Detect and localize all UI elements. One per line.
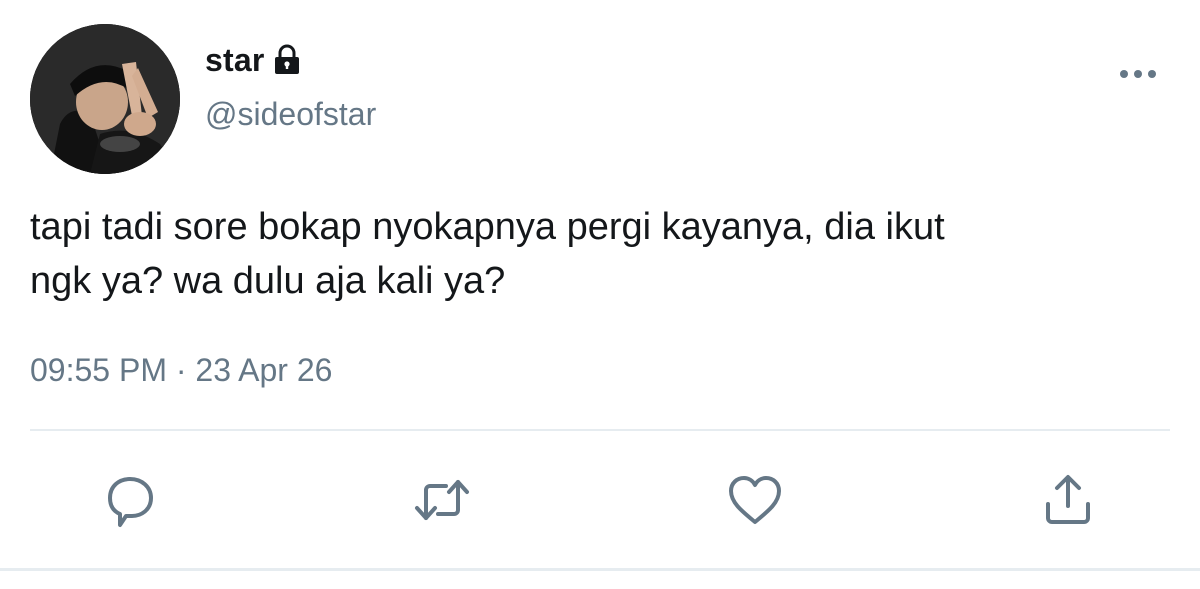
tweet-card: star @sideofstar tapi tadi sore bokap ny… [0, 0, 1200, 589]
name-row: star [205, 40, 301, 80]
retweet-button[interactable] [412, 470, 472, 530]
avatar[interactable] [30, 24, 180, 174]
user-handle[interactable]: @sideofstar [205, 96, 376, 133]
bottom-divider [0, 568, 1200, 571]
lock-icon [273, 44, 301, 76]
share-icon [1046, 475, 1090, 524]
reply-button[interactable] [100, 470, 160, 530]
reply-icon [108, 477, 153, 527]
display-name[interactable]: star [205, 42, 265, 79]
more-horizontal-icon[interactable] [1116, 62, 1160, 86]
like-button[interactable] [725, 470, 785, 530]
heart-icon [729, 476, 781, 524]
tweet-text: tapi tadi sore bokap nyokapnya pergi kay… [30, 206, 945, 302]
share-button[interactable] [1038, 470, 1098, 530]
divider [30, 429, 1170, 431]
tweet-timestamp[interactable]: 09:55 PM · 23 Apr 26 [30, 352, 332, 389]
retweet-icon [415, 480, 469, 520]
